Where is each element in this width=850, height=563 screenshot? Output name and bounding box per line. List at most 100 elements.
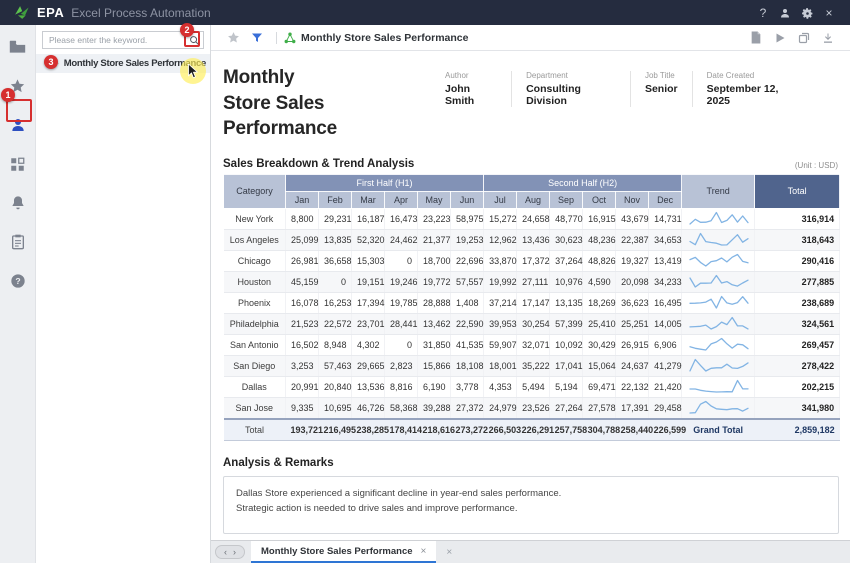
month-value-cell: 16,502 <box>286 334 319 355</box>
filter-funnel-icon[interactable] <box>245 32 269 44</box>
month-value-cell: 25,099 <box>286 229 319 250</box>
month-value-cell: 29,231 <box>319 208 352 229</box>
month-value-cell: 22,387 <box>616 229 649 250</box>
month-value-cell: 22,132 <box>616 376 649 397</box>
col-header-month: Dec <box>649 191 682 208</box>
grand-total-label: Grand Total <box>682 419 755 441</box>
search-input[interactable] <box>49 35 189 45</box>
month-value-cell: 37,264 <box>550 250 583 271</box>
col-header-month: Jul <box>484 191 517 208</box>
app-window: EPA Excel Process Automation ? × <box>0 0 850 563</box>
month-value-cell: 19,253 <box>451 229 484 250</box>
annotation-step-3-badge: 3 <box>44 55 58 69</box>
month-total-cell: 216,495 <box>319 419 352 441</box>
remarks-title: Analysis & Remarks <box>223 457 838 469</box>
annotation-step-1-badge: 1 <box>1 88 15 102</box>
month-value-cell: 19,151 <box>352 271 385 292</box>
trend-sparkline <box>687 314 751 332</box>
month-value-cell: 16,253 <box>319 292 352 313</box>
month-value-cell: 57,557 <box>451 271 484 292</box>
doc-metadata: Author John Smith Department Consulting … <box>431 71 810 107</box>
month-value-cell: 29,458 <box>649 397 682 419</box>
month-value-cell: 3,253 <box>286 355 319 376</box>
total-row: Total193,721216,495238,285178,414218,616… <box>224 419 840 441</box>
col-group-second-half: Second Half (H2) <box>484 174 682 191</box>
copy-icon[interactable] <box>792 32 816 44</box>
month-value-cell: 22,590 <box>451 313 484 334</box>
month-value-cell: 34,233 <box>649 271 682 292</box>
month-value-cell: 10,976 <box>550 271 583 292</box>
month-value-cell: 48,770 <box>550 208 583 229</box>
month-value-cell: 13,419 <box>649 250 682 271</box>
month-value-cell: 26,981 <box>286 250 319 271</box>
document-icon[interactable] <box>744 31 768 44</box>
section-title: Sales Breakdown & Trend Analysis <box>223 158 414 170</box>
month-value-cell: 14,731 <box>649 208 682 229</box>
col-header-month: Apr <box>385 191 418 208</box>
tab-nav-next-icon[interactable]: › <box>233 547 236 557</box>
tab-monthly-store-sales[interactable]: Monthly Store Sales Performance × <box>251 541 436 563</box>
month-total-cell: 266,503 <box>484 419 517 441</box>
folder-icon[interactable] <box>8 37 28 57</box>
clipboard-icon[interactable] <box>8 232 28 252</box>
content-toolbar: Monthly Store Sales Performance <box>211 25 850 51</box>
month-value-cell: 2,823 <box>385 355 418 376</box>
month-value-cell: 19,785 <box>385 292 418 313</box>
month-value-cell: 13,135 <box>550 292 583 313</box>
apps-grid-icon[interactable] <box>8 154 28 174</box>
help-circle-icon[interactable]: ? <box>8 271 28 291</box>
month-value-cell: 15,272 <box>484 208 517 229</box>
user-icon[interactable] <box>774 6 796 20</box>
tab-close-icon[interactable]: × <box>421 546 427 557</box>
trend-sparkline <box>687 272 751 290</box>
month-value-cell: 8,800 <box>286 208 319 229</box>
extra-close-icon[interactable]: × <box>446 547 452 558</box>
month-value-cell: 34,653 <box>649 229 682 250</box>
settings-gear-icon[interactable] <box>796 5 818 19</box>
tab-nav-pill[interactable]: ‹ › <box>215 545 245 559</box>
month-value-cell: 8,816 <box>385 376 418 397</box>
month-value-cell: 35,222 <box>517 355 550 376</box>
month-value-cell: 29,665 <box>352 355 385 376</box>
row-category: San Diego <box>224 355 286 376</box>
month-value-cell: 8,948 <box>319 334 352 355</box>
trend-cell <box>682 292 755 313</box>
tab-nav-prev-icon[interactable]: ‹ <box>224 547 227 557</box>
grand-total-value: 2,859,182 <box>755 419 840 441</box>
row-total-cell: 290,416 <box>755 250 840 271</box>
month-value-cell: 59,907 <box>484 334 517 355</box>
month-value-cell: 23,701 <box>352 313 385 334</box>
run-play-icon[interactable] <box>768 32 792 44</box>
row-total-cell: 324,561 <box>755 313 840 334</box>
trend-cell <box>682 250 755 271</box>
remarks-line: Dallas Store experienced a significant d… <box>236 487 826 502</box>
month-value-cell: 37,214 <box>484 292 517 313</box>
download-icon[interactable] <box>816 32 840 44</box>
favorite-star-icon[interactable] <box>221 31 245 44</box>
row-category: New York <box>224 208 286 229</box>
bell-icon[interactable] <box>8 193 28 213</box>
trend-cell <box>682 334 755 355</box>
month-total-cell: 257,758 <box>550 419 583 441</box>
left-panel: Monthly Store Sales Performance <box>36 25 211 563</box>
col-header-category: Category <box>224 174 286 208</box>
month-value-cell: 4,353 <box>484 376 517 397</box>
row-total-cell: 277,885 <box>755 271 840 292</box>
month-value-cell: 24,637 <box>616 355 649 376</box>
month-value-cell: 22,572 <box>319 313 352 334</box>
month-value-cell: 5,194 <box>550 376 583 397</box>
month-value-cell: 0 <box>319 271 352 292</box>
month-value-cell: 6,190 <box>418 376 451 397</box>
close-icon[interactable]: × <box>818 6 840 20</box>
trend-cell <box>682 355 755 376</box>
month-value-cell: 24,979 <box>484 397 517 419</box>
col-header-month: Mar <box>352 191 385 208</box>
col-header-month: Jan <box>286 191 319 208</box>
row-total-cell: 269,457 <box>755 334 840 355</box>
help-icon[interactable]: ? <box>752 6 774 20</box>
trend-cell <box>682 229 755 250</box>
month-value-cell: 23,223 <box>418 208 451 229</box>
month-value-cell: 26,915 <box>616 334 649 355</box>
month-value-cell: 27,111 <box>517 271 550 292</box>
row-category: Chicago <box>224 250 286 271</box>
